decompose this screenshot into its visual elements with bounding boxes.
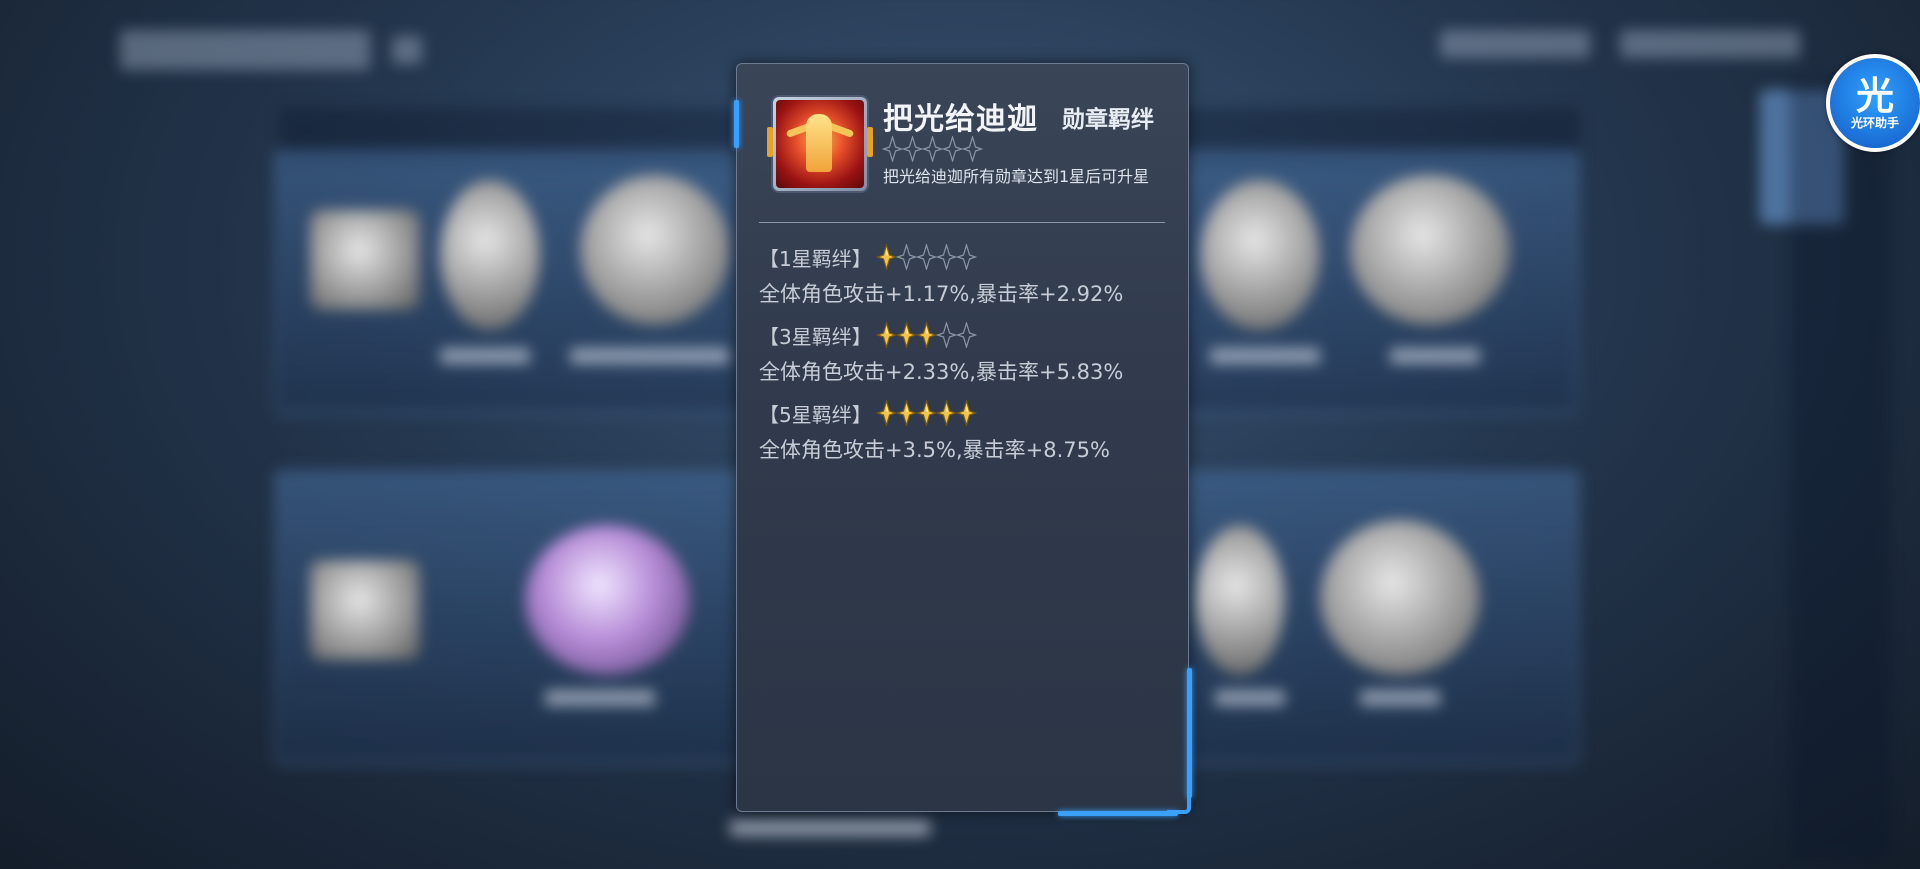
popup-accent-left xyxy=(734,100,739,148)
helper-badge[interactable]: 光 光环助手 xyxy=(1826,54,1920,152)
popup-description: 把光给迪迦所有勋章达到1星后可升星 xyxy=(883,167,1150,186)
medal-bond-popup: 把光给迪迦 勋章羁绊 把光给迪迦所有勋章达到1星后可升星 【1星羁绊】 全体角色… xyxy=(734,63,1192,816)
bond-tier-title: 【3星羁绊】 xyxy=(759,324,872,349)
bond-tier-stars xyxy=(875,244,977,270)
star-filled-icon xyxy=(955,400,977,426)
star-empty-icon xyxy=(895,244,917,270)
star-filled-icon xyxy=(915,400,937,426)
bond-tier-effect: 全体角色攻击+1.17%,暴击率+2.92% xyxy=(759,282,1124,306)
popup-tag: 勋章羁绊 xyxy=(1062,107,1154,133)
helper-badge-glyph: 光 xyxy=(1855,74,1894,118)
bond-tier-title: 【5星羁绊】 xyxy=(759,402,872,427)
star-empty-icon xyxy=(935,244,957,270)
popup-divider xyxy=(759,222,1165,223)
bond-tier-1: 【1星羁绊】 全体角色攻击+1.17%,暴击率+2.92% xyxy=(759,242,1169,308)
star-empty-icon xyxy=(955,244,977,270)
bond-tier-stars xyxy=(875,322,977,348)
bond-tier-stars xyxy=(875,400,977,426)
bond-tier-effect: 全体角色攻击+3.5%,暴击率+8.75% xyxy=(759,438,1110,462)
popup-title: 把光给迪迦 xyxy=(883,102,1038,137)
star-empty-icon xyxy=(881,134,904,164)
popup-accent-bottom xyxy=(1058,811,1178,816)
popup-accent-right xyxy=(1187,668,1192,798)
star-empty-icon xyxy=(955,322,977,348)
star-empty-icon xyxy=(935,322,957,348)
bond-tier-3: 【3星羁绊】 全体角色攻击+2.33%,暴击率+5.83% xyxy=(759,320,1169,386)
star-empty-icon xyxy=(961,134,984,164)
star-empty-icon xyxy=(921,134,944,164)
bond-tier-effect: 全体角色攻击+2.33%,暴击率+5.83% xyxy=(759,360,1124,384)
star-filled-icon xyxy=(875,400,897,426)
bond-tier-5: 【5星羁绊】 全体角色攻击+3.5%,暴击率+8.75% xyxy=(759,398,1169,464)
bond-tier-title: 【1星羁绊】 xyxy=(759,246,872,271)
popup-corner-decoration xyxy=(1167,790,1191,814)
star-empty-icon xyxy=(915,244,937,270)
star-empty-icon xyxy=(941,134,964,164)
ultraman-medal-icon xyxy=(767,97,873,191)
star-filled-icon xyxy=(875,322,897,348)
star-filled-icon xyxy=(875,244,897,270)
star-filled-icon xyxy=(895,322,917,348)
helper-badge-label: 光环助手 xyxy=(1850,116,1899,130)
star-filled-icon xyxy=(935,400,957,426)
star-filled-icon xyxy=(895,400,917,426)
current-star-rating xyxy=(881,134,984,166)
star-filled-icon xyxy=(915,322,937,348)
star-empty-icon xyxy=(901,134,924,164)
